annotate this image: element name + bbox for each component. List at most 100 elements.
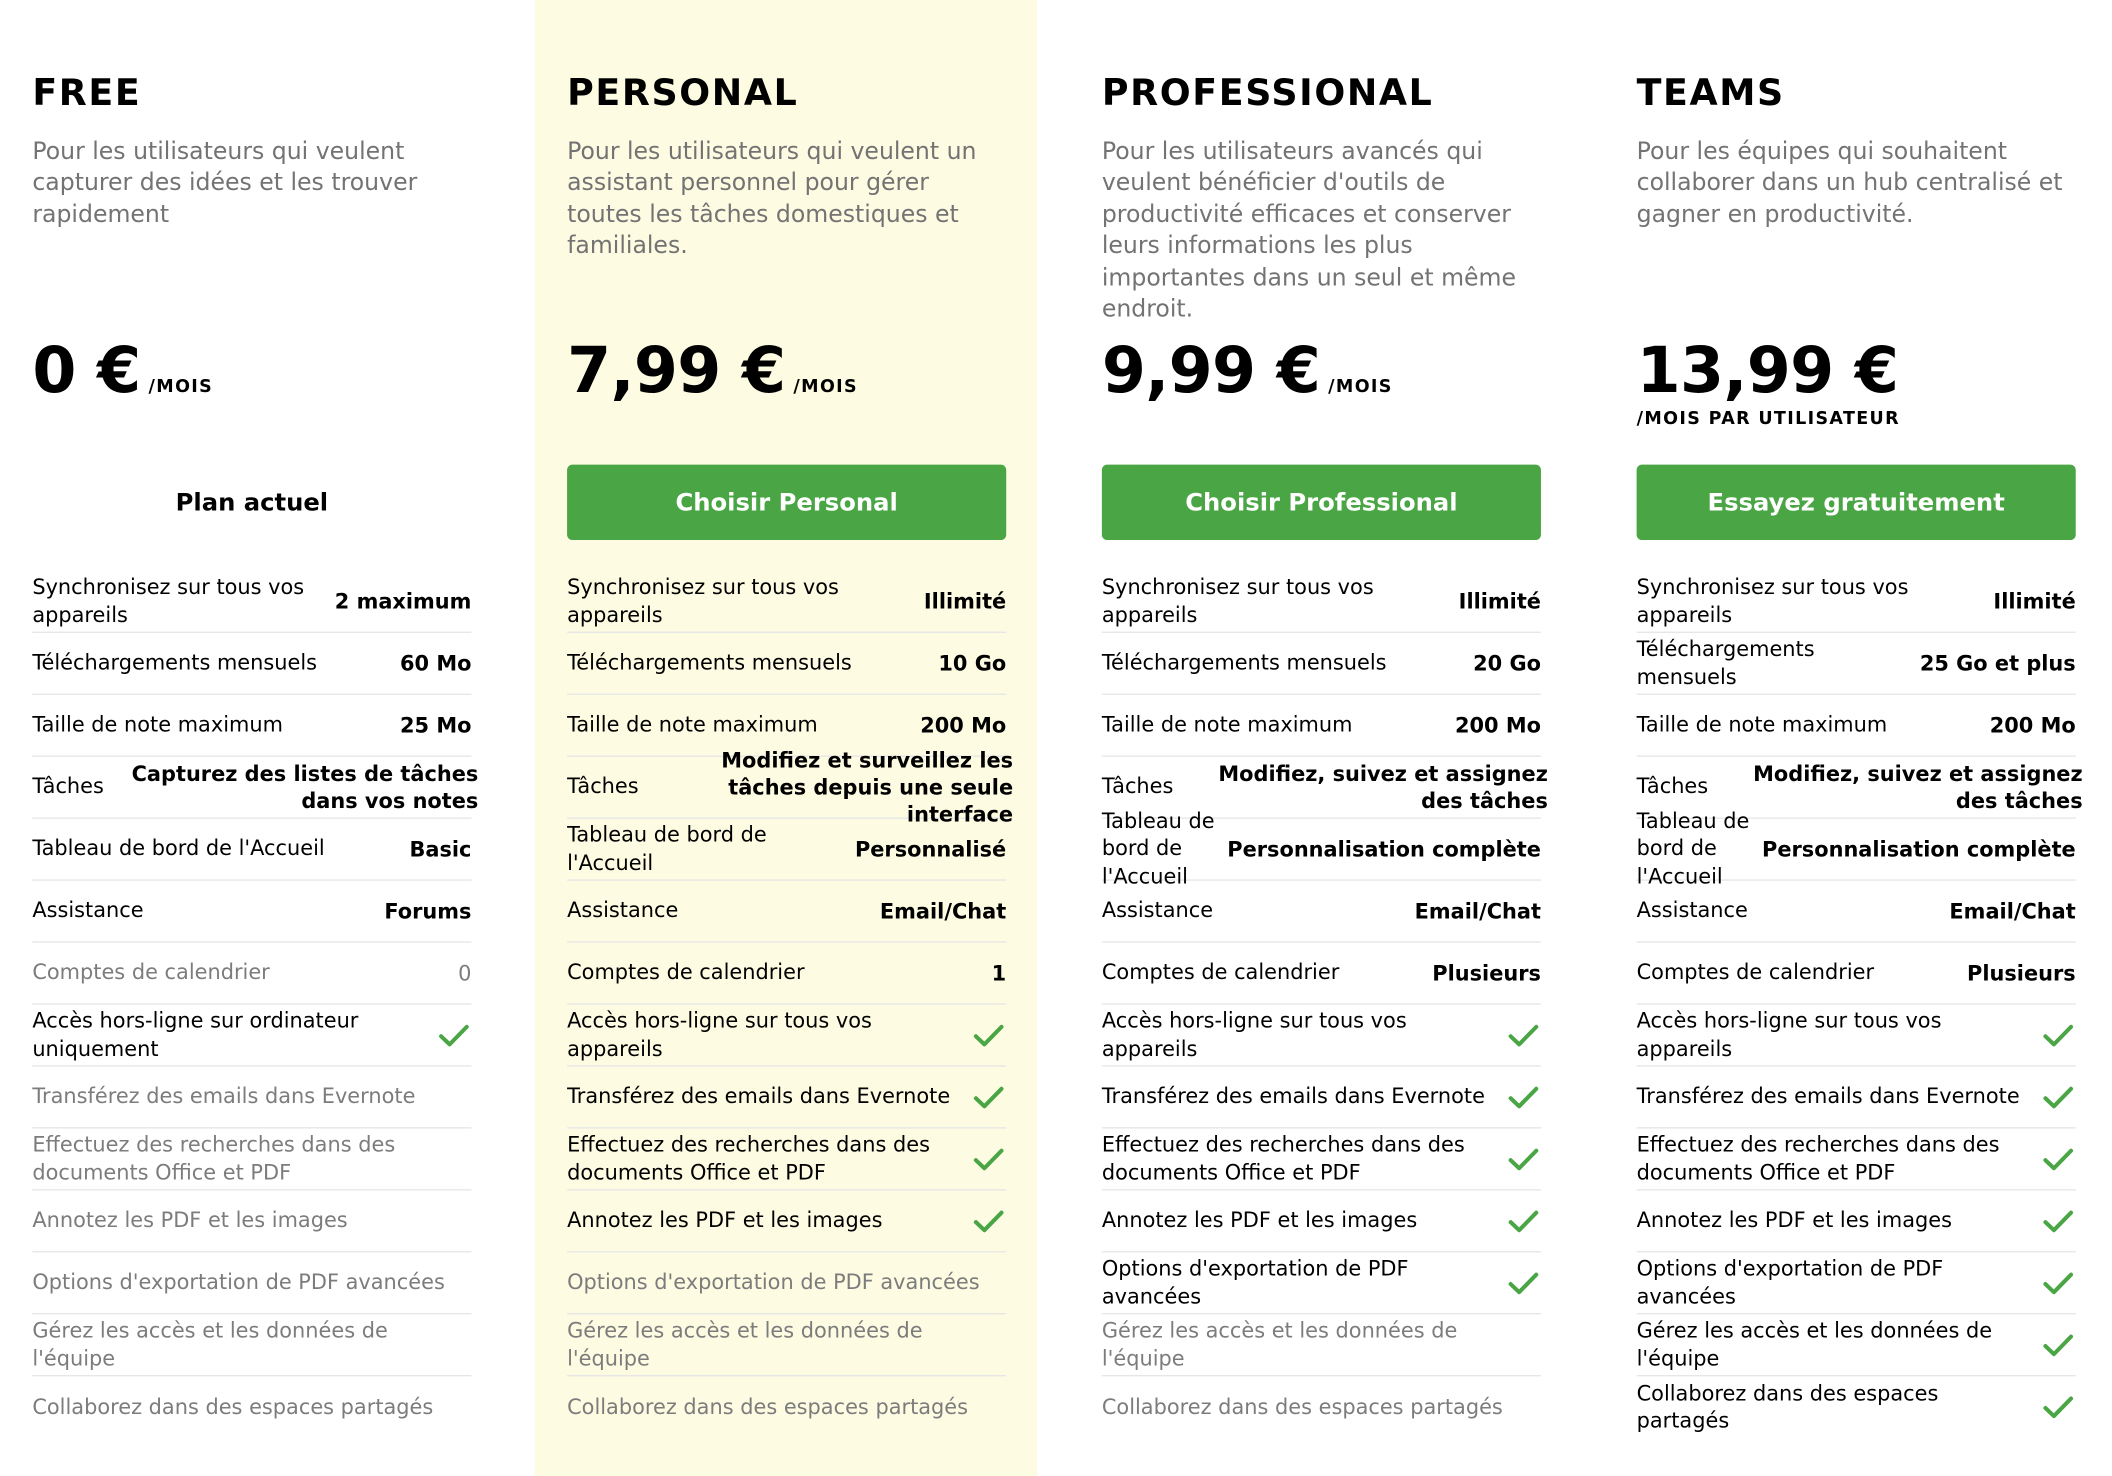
feature-row: Téléchargements mensuels 60 Mo — [32, 633, 471, 695]
feature-value: Modifiez, suivez et assignez des tâches — [1753, 761, 2083, 813]
feature-label: Assistance — [567, 898, 679, 923]
check-icon — [1507, 1269, 1539, 1296]
feature-label: Annotez les PDF et les images — [567, 1208, 883, 1233]
feature-value: 200 Mo — [920, 713, 1007, 738]
feature-label: Gérez les accès et les données de l'équi… — [1101, 1318, 1458, 1371]
feature-value: Email/Chat — [879, 898, 1007, 924]
feature-value: 25 Go et plus — [1919, 651, 2076, 676]
price-row: 9,99 € /MOIS — [1102, 331, 1393, 428]
feature-label: Transférez des emails dans Evernote — [32, 1084, 416, 1109]
check-icon — [2042, 1331, 2074, 1358]
price-period: /MOIS — [1328, 377, 1393, 398]
feature-row: Synchronisez sur tous vos appareils Illim… — [567, 571, 1007, 633]
feature-row: Tableau de bord de l'Accueil Personnalisa… — [1636, 809, 2076, 888]
plan-professional: PROFESSIONAL Pour les utilisateurs avanc… — [1037, 0, 1572, 1476]
check-icon — [2042, 1083, 2074, 1110]
try-free-button[interactable]: Essayez gratuitement — [1636, 464, 2076, 541]
feature-label: Tâches — [1636, 774, 1709, 799]
feature-label: Téléchargements mensuels — [1101, 650, 1387, 676]
plan-name: TEAMS — [1636, 72, 1785, 115]
feature-label: Effectuez des recherches dans des docume… — [567, 1132, 930, 1185]
check-icon — [2042, 1207, 2074, 1234]
feature-row: Gérez les accès et les données de l'équi… — [567, 1314, 1007, 1377]
feature-row: Assistance Forums — [32, 881, 471, 943]
feature-row: Effectuez des recherches dans des docume… — [567, 1129, 1007, 1191]
feature-row: Taille de note maximum 200 Mo — [1101, 695, 1541, 757]
feature-label: Tableau de bord de l'Accueil — [1636, 809, 1750, 889]
feature-label: Tâches — [32, 774, 104, 799]
plan-description: Pour les utilisateurs qui veulent un ass… — [567, 138, 977, 261]
plan-description: Pour les utilisateurs qui veulent captur… — [32, 138, 418, 229]
feature-row: Tâches Modifiez et surveillez les tâches … — [567, 748, 1013, 826]
feature-row: Options d'exportation de PDF avancées — [1636, 1252, 2076, 1315]
feature-label: Synchronisez sur tous vos appareils — [567, 575, 839, 627]
price-period: /MOIS — [793, 377, 858, 398]
feature-label: Effectuez des recherches dans des docume… — [1101, 1132, 1465, 1185]
feature-value: Personnalisé — [854, 836, 1007, 862]
feature-label: Taille de note maximum — [1636, 712, 1888, 737]
feature-row: Synchronisez sur tous vos appareils Illim… — [1101, 571, 1541, 633]
feature-label: Effectuez des recherches dans des docume… — [1636, 1132, 2000, 1185]
plan-personal: PERSONAL Pour les utilisateurs qui veule… — [534, 0, 1038, 1476]
feature-value: Email/Chat — [1949, 898, 2076, 924]
feature-row: Gérez les accès et les données de l'équi… — [32, 1314, 472, 1377]
choose-personal-button[interactable]: Choisir Personal — [567, 464, 1007, 541]
feature-label: Collaborez dans des espaces partagés — [1101, 1394, 1503, 1420]
feature-label: Assistance — [32, 898, 144, 923]
feature-value: Modifiez et surveillez les tâches depuis… — [721, 748, 1014, 827]
feature-value: 20 Go — [1473, 651, 1541, 676]
feature-row: Collaborez dans des espaces partagés — [1102, 1376, 1541, 1438]
feature-value: Plusieurs — [1432, 960, 1541, 986]
check-icon — [973, 1083, 1005, 1110]
check-icon — [1507, 1021, 1539, 1048]
choose-professional-button[interactable]: Choisir Professional — [1101, 464, 1541, 541]
plan-name: PROFESSIONAL — [1101, 72, 1434, 115]
feature-label: Transférez des emails dans Evernote — [567, 1084, 951, 1109]
check-icon — [1507, 1083, 1539, 1110]
check-icon — [2042, 1269, 2074, 1296]
feature-value: Email/Chat — [1414, 898, 1541, 924]
feature-label: Transférez des emails dans Evernote — [1101, 1084, 1485, 1109]
feature-list: Synchronisez sur tous vos appareils Illim… — [1101, 571, 1548, 1438]
feature-label: Collaborez dans des espaces partagés — [1636, 1381, 1939, 1433]
feature-row: Collaborez dans des espaces partagés — [32, 1376, 471, 1438]
feature-list: Synchronisez sur tous vos appareils Illim… — [1636, 571, 2083, 1438]
price-period: /MOIS — [148, 377, 214, 398]
feature-label: Accès hors-ligne sur tous vos appareils — [1636, 1008, 1942, 1061]
feature-label: Taille de note maximum — [1101, 712, 1353, 737]
feature-label: Comptes de calendrier — [1636, 960, 1875, 985]
feature-label: Gérez les accès et les données de l'équi… — [567, 1318, 923, 1371]
feature-label: Options d'exportation de PDF avancées — [1101, 1256, 1409, 1309]
feature-row: Transférez des emails dans Evernote — [1101, 1067, 1541, 1129]
feature-label: Annotez les PDF et les images — [32, 1208, 348, 1233]
feature-label: Annotez les PDF et les images — [1101, 1208, 1418, 1233]
price: 0 € — [32, 333, 141, 409]
feature-row: Transférez des emails dans Evernote — [1636, 1067, 2076, 1129]
feature-row: Comptes de calendrier Plusieurs — [1636, 943, 2076, 1005]
feature-row: Taille de note maximum 25 Mo — [32, 695, 471, 757]
feature-row: Comptes de calendrier 1 — [567, 943, 1007, 1005]
feature-row: Tableau de bord de l'Accueil Basic — [32, 819, 471, 881]
feature-value: 200 Mo — [1454, 713, 1541, 738]
feature-row: Collaborez dans des espaces partagés — [567, 1376, 1006, 1438]
feature-row: Tâches Capturez des listes de tâches dans… — [32, 757, 478, 819]
feature-label: Tableau de bord de l'Accueil — [32, 836, 325, 861]
feature-row: Annotez les PDF et les images — [1101, 1190, 1541, 1253]
feature-value: 0 — [458, 960, 472, 986]
feature-label: Gérez les accès et les données de l'équi… — [1636, 1318, 1993, 1371]
feature-label: Accès hors-ligne sur ordinateur uniqueme… — [32, 1008, 359, 1061]
check-icon — [438, 1021, 470, 1048]
feature-value: 60 Mo — [399, 651, 472, 676]
feature-label: Options d'exportation de PDF avancées — [567, 1270, 980, 1295]
feature-label: Tableau de bord de l'Accueil — [1101, 809, 1215, 889]
feature-value: 200 Mo — [1989, 713, 2076, 738]
feature-value: Illimité — [1458, 589, 1541, 614]
price: 9,99 € — [1101, 333, 1321, 409]
feature-label: Collaborez dans des espaces partagés — [567, 1394, 969, 1420]
check-icon — [2042, 1394, 2074, 1421]
feature-row: Téléchargements mensuels 10 Go — [567, 633, 1007, 695]
feature-row: Assistance Email/Chat — [567, 881, 1007, 943]
feature-label: Tâches — [567, 774, 639, 799]
feature-row: Options d'exportation de PDF avancées — [567, 1252, 1007, 1315]
feature-row: Comptes de calendrier 0 — [32, 943, 471, 1005]
